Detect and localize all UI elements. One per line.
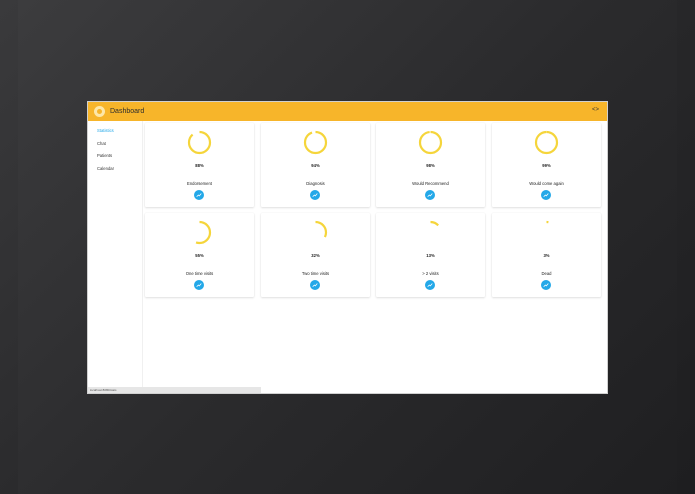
app-window: Dashboard <> Statistics Chat Patients Ca… xyxy=(88,102,607,393)
sidebar-item-calendar[interactable]: Calendar xyxy=(88,163,142,176)
sidebar-item-statistics[interactable]: Statistics xyxy=(88,125,142,138)
stat-card: 98% Would Recommend xyxy=(376,123,485,207)
progress-arc xyxy=(187,130,212,155)
trend-button[interactable] xyxy=(194,190,204,200)
trend-button[interactable] xyxy=(310,190,320,200)
stat-card: 3% Dead xyxy=(492,213,601,297)
stat-percent: 99% xyxy=(542,163,551,168)
progress-arc xyxy=(187,220,212,245)
progress-ring xyxy=(303,130,328,155)
trend-icon xyxy=(312,283,318,287)
stat-label: Diagnosis xyxy=(306,181,325,186)
stat-percent: 98% xyxy=(426,163,435,168)
trend-icon xyxy=(543,283,549,287)
stat-card: 13% > 2 visits xyxy=(376,213,485,297)
stat-card: 32% Two time visits xyxy=(261,213,370,297)
code-icon[interactable]: <> xyxy=(592,107,599,113)
trend-button[interactable] xyxy=(425,190,435,200)
browser-status-bar: localhost:8080/stats xyxy=(88,387,261,393)
progress-arc xyxy=(418,220,443,245)
trend-icon xyxy=(427,283,433,287)
top-app-bar: Dashboard <> xyxy=(88,102,607,121)
stat-card: 88% Endorsement xyxy=(145,123,254,207)
sidebar: Statistics Chat Patients Calendar xyxy=(88,121,143,393)
stat-label: Would come again xyxy=(529,181,564,186)
logo-icon xyxy=(94,106,105,117)
stat-label: Two time visits xyxy=(301,271,330,276)
stat-card: 99% Would come again xyxy=(492,123,601,207)
stat-label: Would Recommend xyxy=(412,181,449,186)
progress-arc xyxy=(303,220,328,245)
progress-ring xyxy=(303,220,328,245)
progress-arc xyxy=(418,130,443,155)
trend-icon xyxy=(196,283,202,287)
stat-percent: 13% xyxy=(426,253,435,258)
progress-ring xyxy=(534,130,559,155)
trend-icon xyxy=(543,193,549,197)
stat-label: One time visits xyxy=(185,271,214,276)
progress-arc xyxy=(534,130,559,155)
stat-percent: 94% xyxy=(311,163,320,168)
stat-label: Dead xyxy=(541,271,552,276)
stat-percent: 55% xyxy=(195,253,204,258)
progress-ring xyxy=(187,220,212,245)
progress-ring xyxy=(418,220,443,245)
sidebar-item-chat[interactable]: Chat xyxy=(88,138,142,151)
progress-ring xyxy=(534,220,559,245)
trend-icon xyxy=(427,193,433,197)
trend-button[interactable] xyxy=(541,190,551,200)
trend-icon xyxy=(312,193,318,197)
progress-ring xyxy=(418,130,443,155)
stat-percent: 88% xyxy=(195,163,204,168)
page-title: Dashboard xyxy=(110,108,145,115)
trend-button[interactable] xyxy=(194,280,204,290)
trend-button[interactable] xyxy=(310,280,320,290)
stat-percent: 32% xyxy=(311,253,320,258)
progress-arc xyxy=(303,130,328,155)
stat-percent: 3% xyxy=(543,253,550,258)
trend-button[interactable] xyxy=(541,280,551,290)
progress-ring xyxy=(187,130,212,155)
trend-icon xyxy=(196,193,202,197)
progress-arc xyxy=(534,220,559,245)
stat-label: Endorsement xyxy=(187,181,212,186)
stat-card: 94% Diagnosis xyxy=(261,123,370,207)
stat-card: 55% One time visits xyxy=(145,213,254,297)
trend-button[interactable] xyxy=(425,280,435,290)
sidebar-item-patients[interactable]: Patients xyxy=(88,150,142,163)
stat-label: > 2 visits xyxy=(422,271,439,276)
